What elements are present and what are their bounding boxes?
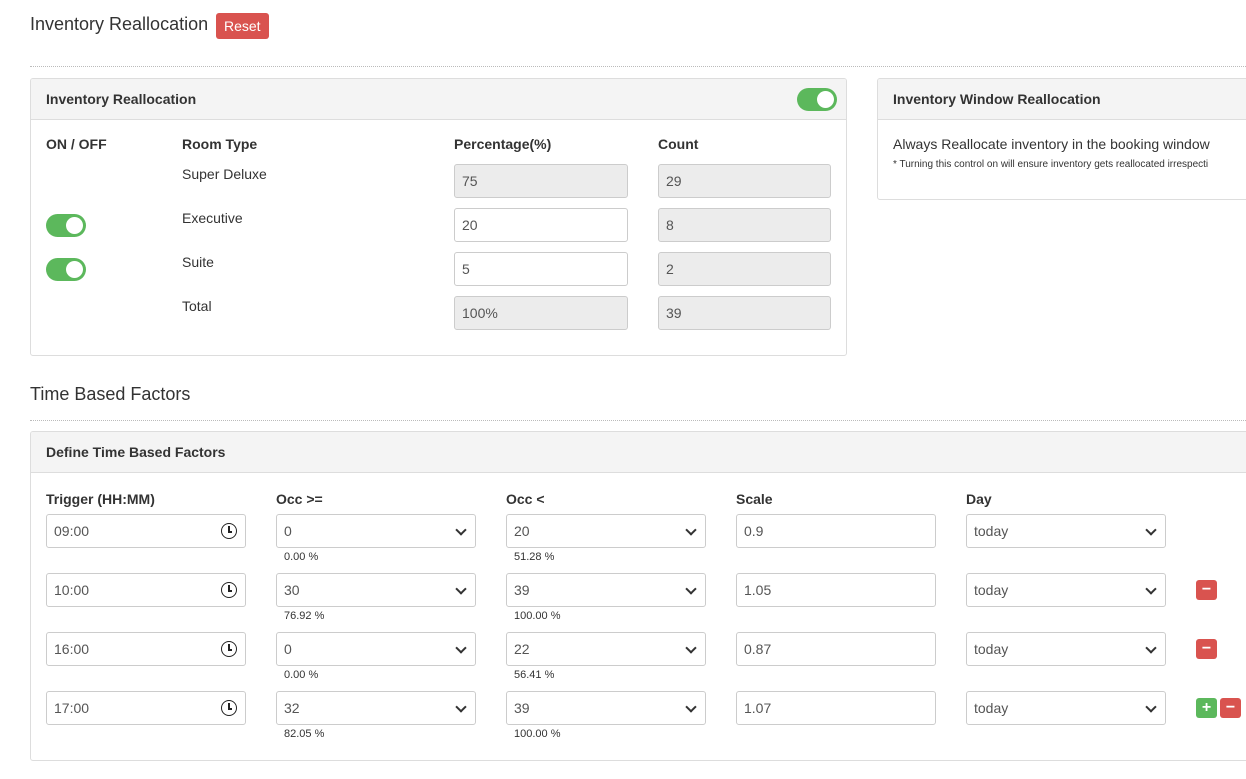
occ-ge-select[interactable]: 0	[276, 632, 476, 666]
day-select[interactable]: today	[966, 573, 1166, 607]
window-text: Always Reallocate inventory in the booki…	[893, 136, 1210, 152]
occ-lt-select[interactable]: 22	[506, 632, 706, 666]
occ-lt-percent: 51.28 %	[514, 551, 555, 563]
time-factors-panel: Define Time Based Factors Trigger (HH:MM…	[30, 431, 1246, 761]
occ-lt-select[interactable]: 20	[506, 514, 706, 548]
occ-ge-percent: 76.92 %	[284, 610, 325, 622]
panel-header: Inventory Window Reallocation	[878, 79, 1246, 120]
day-select[interactable]: today	[966, 514, 1166, 548]
day-select[interactable]: today	[966, 632, 1166, 666]
occ-ge-select[interactable]: 0	[276, 514, 476, 548]
trigger-value: 09:00	[54, 523, 90, 539]
inventory-reallocation-panel: Inventory Reallocation ON / OFF Room Typ…	[30, 78, 847, 356]
reset-button[interactable]: Reset	[216, 13, 269, 39]
remove-row-button[interactable]: −	[1196, 580, 1217, 600]
remove-row-button[interactable]: −	[1196, 639, 1217, 659]
room-type-label: Total	[182, 298, 212, 314]
count-field: 39	[658, 296, 831, 330]
scale-input[interactable]: 0.9	[736, 514, 936, 548]
occ-ge-select[interactable]: 30	[276, 573, 476, 607]
occ-lt-value: 39	[514, 582, 530, 598]
occ-ge-select[interactable]: 32	[276, 691, 476, 725]
room-toggle[interactable]	[46, 214, 86, 237]
scale-input[interactable]: 0.87	[736, 632, 936, 666]
room-type-label: Super Deluxe	[182, 166, 267, 182]
divider	[30, 66, 1246, 67]
occ-ge-value: 0	[284, 523, 292, 539]
trigger-time-input[interactable]: 17:00	[46, 691, 246, 725]
col-occ-lt: Occ <	[506, 491, 545, 507]
panel-header: Inventory Reallocation	[31, 79, 846, 120]
room-type-label: Suite	[182, 254, 214, 270]
occ-lt-percent: 56.41 %	[514, 669, 555, 681]
trigger-value: 16:00	[54, 641, 90, 657]
occ-lt-percent: 100.00 %	[514, 728, 561, 740]
clock-icon[interactable]	[221, 700, 237, 716]
col-percentage: Percentage(%)	[454, 136, 552, 152]
window-note: * Turning this control on will ensure in…	[893, 159, 1209, 170]
trigger-value: 10:00	[54, 582, 90, 598]
occ-ge-value: 0	[284, 641, 292, 657]
occ-lt-value: 39	[514, 700, 530, 716]
scale-input[interactable]: 1.05	[736, 573, 936, 607]
occ-lt-value: 22	[514, 641, 530, 657]
scale-input[interactable]: 1.07	[736, 691, 936, 725]
percentage-input[interactable]: 20	[454, 208, 628, 242]
count-field: 29	[658, 164, 831, 198]
percentage-input[interactable]: 5	[454, 252, 628, 286]
day-select[interactable]: today	[966, 691, 1166, 725]
col-occ-ge: Occ >=	[276, 491, 323, 507]
room-type-label: Executive	[182, 210, 243, 226]
trigger-time-input[interactable]: 09:00	[46, 514, 246, 548]
occ-lt-select[interactable]: 39	[506, 573, 706, 607]
clock-icon[interactable]	[221, 641, 237, 657]
section-title: Time Based Factors	[30, 384, 191, 404]
occ-ge-value: 32	[284, 700, 300, 716]
col-room-type: Room Type	[182, 136, 258, 152]
trigger-value: 17:00	[54, 700, 90, 716]
occ-ge-percent: 0.00 %	[284, 551, 319, 563]
occ-lt-select[interactable]: 39	[506, 691, 706, 725]
occ-ge-percent: 0.00 %	[284, 669, 319, 681]
remove-row-button[interactable]: −	[1220, 698, 1241, 718]
col-count: Count	[658, 136, 699, 152]
occ-lt-percent: 100.00 %	[514, 610, 561, 622]
panel-header: Define Time Based Factors	[31, 432, 1246, 473]
clock-icon[interactable]	[221, 523, 237, 539]
day-value: today	[974, 641, 1009, 657]
col-day: Day	[966, 491, 992, 507]
occ-ge-value: 30	[284, 582, 300, 598]
col-scale: Scale	[736, 491, 773, 507]
page-title: Inventory Reallocation	[30, 14, 209, 34]
day-value: today	[974, 700, 1009, 716]
count-field: 2	[658, 252, 831, 286]
divider	[30, 420, 1246, 421]
occ-lt-value: 20	[514, 523, 530, 539]
col-trigger: Trigger (HH:MM)	[46, 491, 155, 507]
count-field: 8	[658, 208, 831, 242]
percentage-input: 100%	[454, 296, 628, 330]
day-value: today	[974, 582, 1009, 598]
add-row-button[interactable]: +	[1196, 698, 1217, 718]
percentage-input: 75	[454, 164, 628, 198]
room-toggle[interactable]	[46, 258, 86, 281]
occ-ge-percent: 82.05 %	[284, 728, 325, 740]
inventory-window-panel: Inventory Window Reallocation Always Rea…	[877, 78, 1246, 200]
trigger-time-input[interactable]: 10:00	[46, 573, 246, 607]
clock-icon[interactable]	[221, 582, 237, 598]
day-value: today	[974, 523, 1009, 539]
col-onoff: ON / OFF	[46, 136, 107, 152]
trigger-time-input[interactable]: 16:00	[46, 632, 246, 666]
inventory-reallocation-toggle[interactable]	[797, 88, 837, 111]
